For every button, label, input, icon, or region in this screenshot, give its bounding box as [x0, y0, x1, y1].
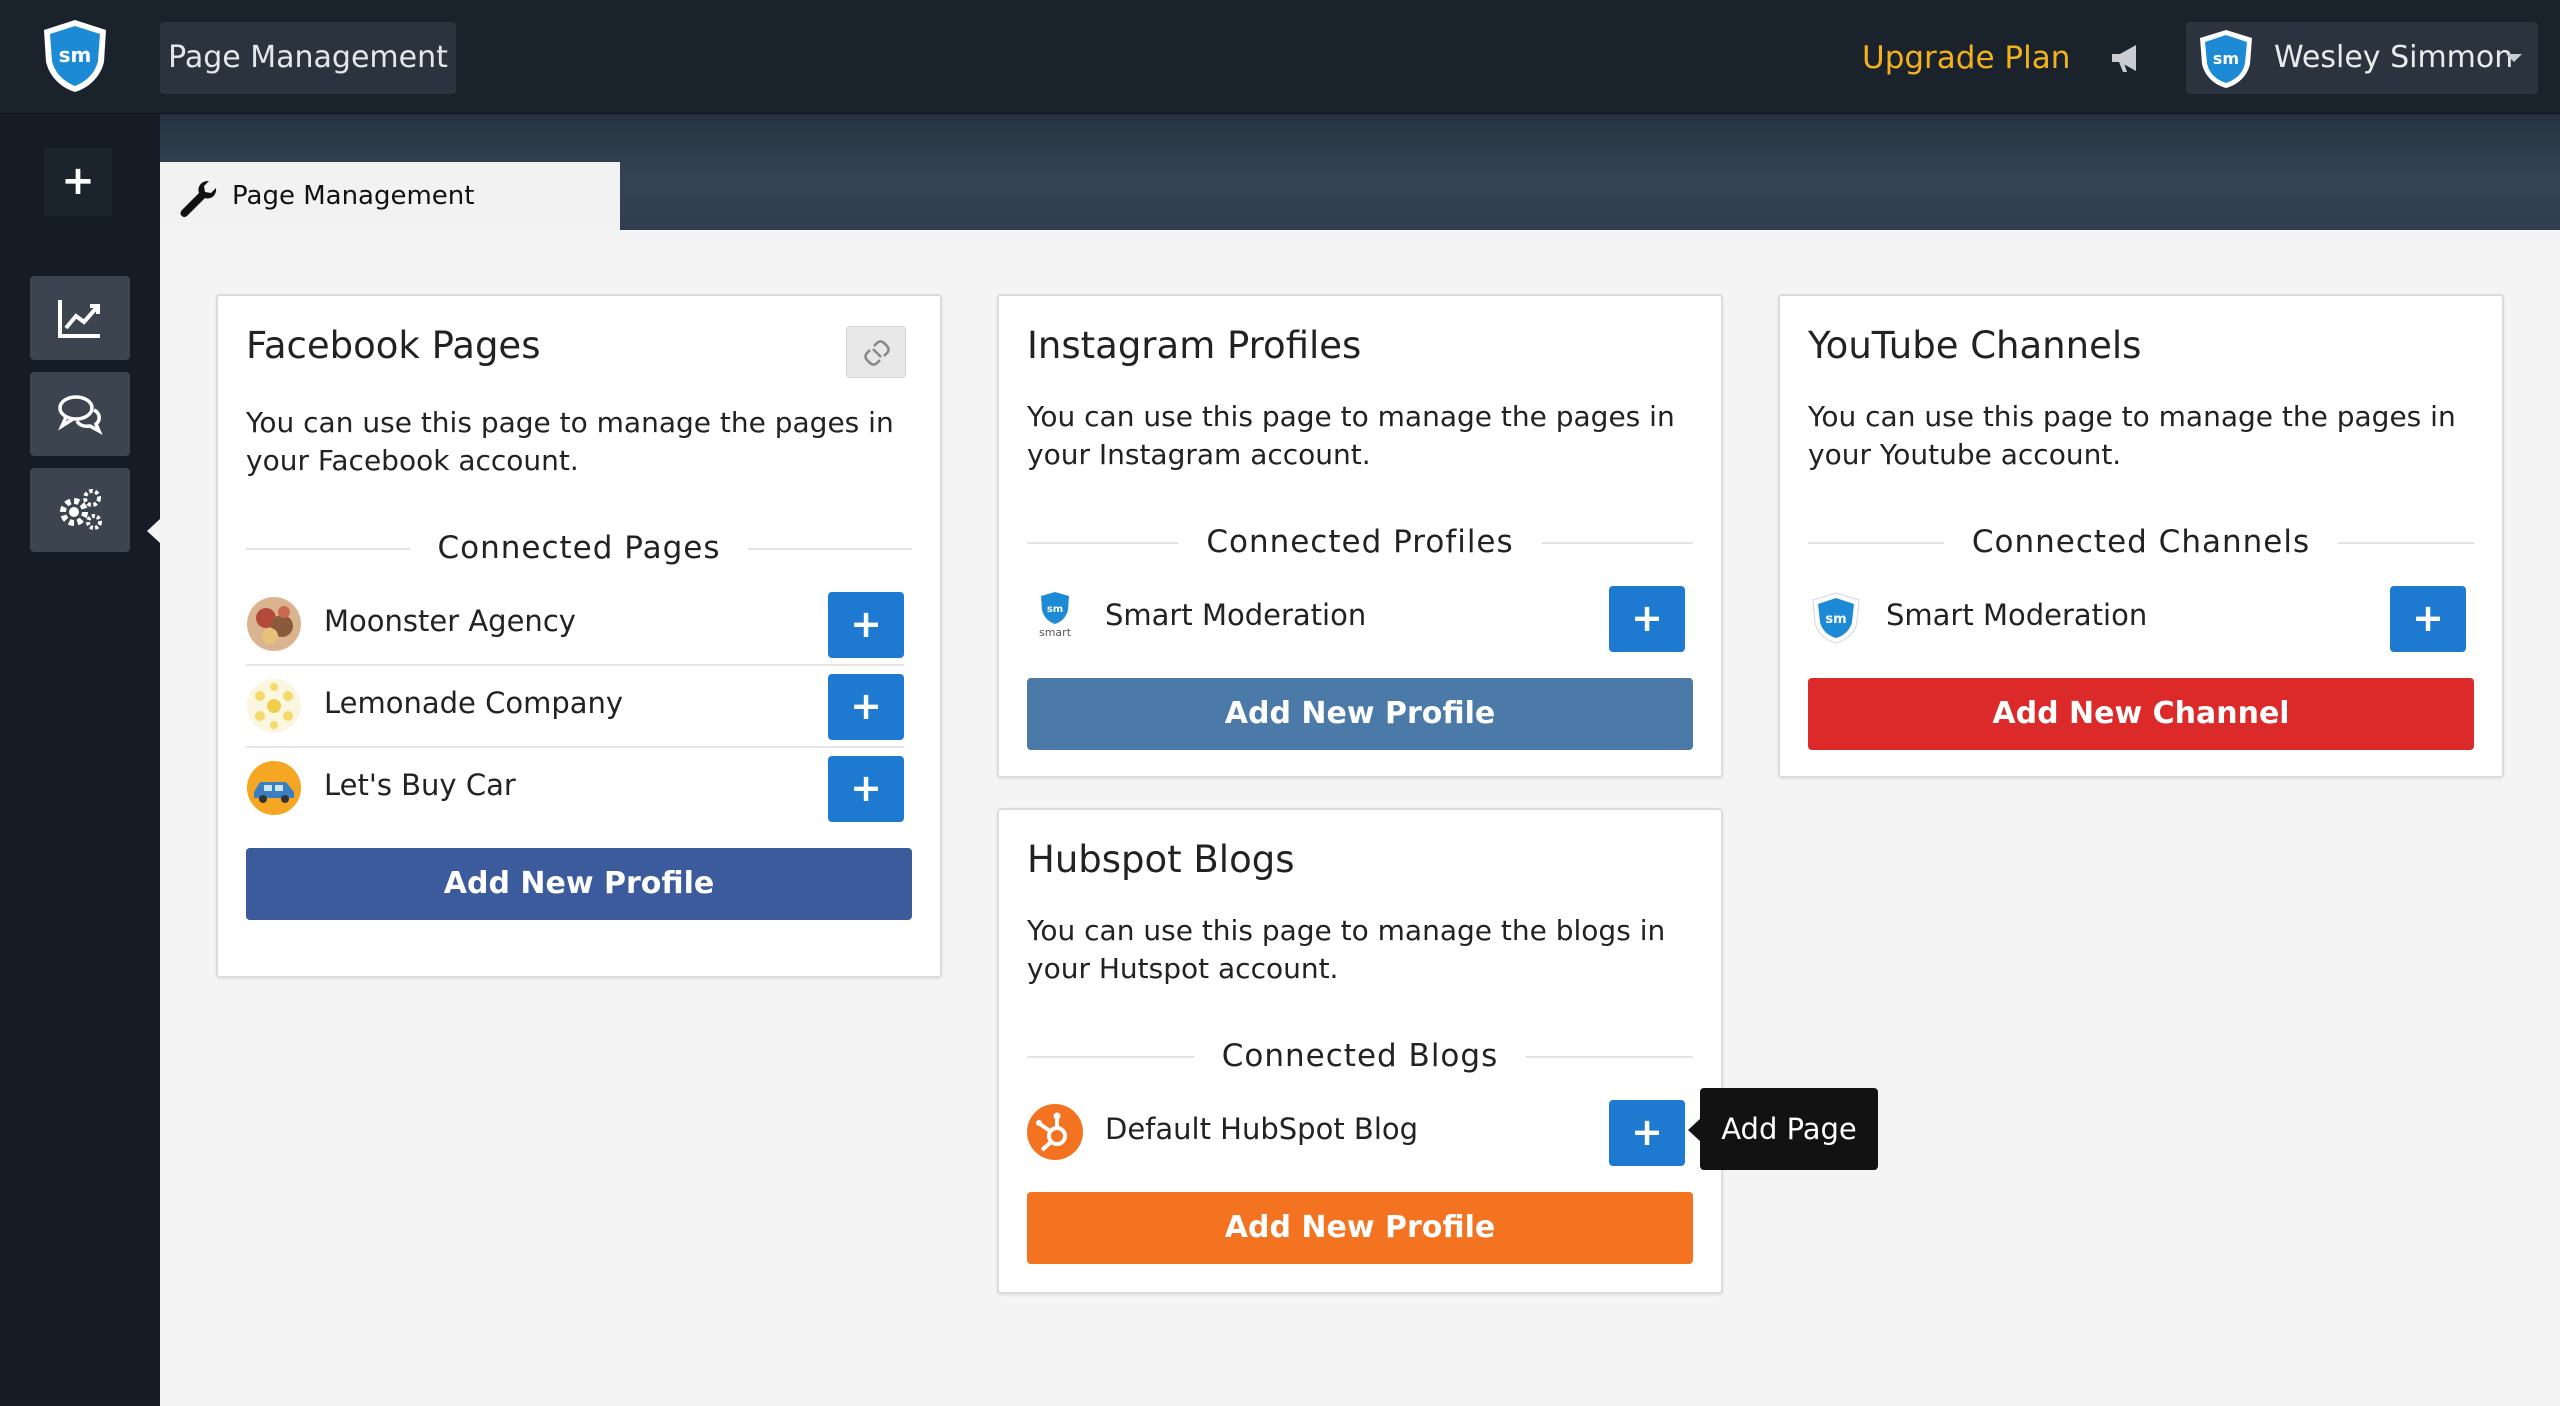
smart-moderation-avatar: sm smart: [1027, 590, 1083, 646]
item-label: Smart Moderation: [1886, 598, 2148, 632]
smart-moderation-avatar: sm: [1808, 590, 1864, 646]
add-page-button[interactable]: +: [828, 756, 904, 822]
card-description: You can use this page to manage the page…: [246, 406, 894, 477]
add-new-profile-button[interactable]: Add New Profile: [1027, 678, 1693, 750]
top-navbar: sm Page Management Upgrade Plan sm Wesle…: [0, 0, 2560, 114]
tab-page-management[interactable]: Page Management: [160, 162, 620, 230]
section-header: Connected Channels: [1808, 522, 2474, 562]
svg-text:sm: sm: [2213, 49, 2239, 68]
unlink-icon: [864, 340, 890, 366]
add-new-profile-button[interactable]: Add New Profile: [246, 848, 912, 920]
svg-text:sm: sm: [1047, 604, 1063, 615]
unlink-button[interactable]: [846, 326, 906, 378]
add-button[interactable]: +: [44, 148, 112, 216]
item-label: Let's Buy Car: [324, 768, 516, 802]
card-title: Hubspot Blogs: [1027, 838, 1295, 881]
facebook-pages-card: Facebook Pages You can use this page to …: [216, 294, 942, 978]
page-management-nav-button[interactable]: Page Management: [160, 22, 456, 94]
item-label: Lemonade Company: [324, 686, 624, 720]
card-title: Facebook Pages: [246, 324, 541, 367]
list-item: sm Smart Moderation +: [1808, 578, 2466, 660]
item-label: Smart Moderation: [1105, 598, 1367, 632]
lemonade-company-avatar: [246, 678, 302, 734]
user-name: Wesley Simmon: [2274, 40, 2514, 75]
settings-button[interactable]: [30, 468, 130, 552]
section-header: Connected Profiles: [1027, 522, 1693, 562]
analytics-button[interactable]: [30, 276, 130, 360]
card-description: You can use this page to manage the page…: [1027, 400, 1675, 471]
list-item: Let's Buy Car +: [246, 748, 904, 830]
card-title: YouTube Channels: [1808, 324, 2142, 367]
section-title: Connected Channels: [1943, 524, 2339, 560]
section-title: Connected Blogs: [1193, 1038, 1527, 1074]
add-page-button[interactable]: +: [2390, 586, 2466, 652]
add-new-profile-button[interactable]: Add New Profile: [1027, 1192, 1693, 1264]
card-description: You can use this page to manage the blog…: [1027, 914, 1666, 985]
card-description: You can use this page to manage the page…: [1808, 400, 2456, 471]
section-title: Connected Pages: [409, 530, 749, 566]
sidebar: +: [0, 114, 160, 1406]
youtube-channels-card: YouTube Channels You can use this page t…: [1778, 294, 2504, 778]
conversations-button[interactable]: [30, 372, 130, 456]
moonster-agency-avatar: [246, 596, 302, 652]
hubspot-icon: [1027, 1104, 1083, 1160]
gears-icon: [60, 489, 102, 530]
add-page-button[interactable]: +: [1609, 586, 1685, 652]
section-header: Connected Blogs: [1027, 1036, 1693, 1076]
card-title: Instagram Profiles: [1027, 324, 1362, 367]
tab-label: Page Management: [232, 181, 475, 211]
list-item: Lemonade Company +: [246, 666, 904, 748]
chat-icon: [58, 395, 103, 436]
add-page-button[interactable]: +: [828, 592, 904, 658]
add-page-button[interactable]: +: [1609, 1100, 1685, 1166]
app-logo-icon[interactable]: sm: [40, 18, 110, 94]
chart-icon: [58, 300, 100, 338]
upgrade-plan-link[interactable]: Upgrade Plan: [1862, 30, 2070, 86]
list-item: Default HubSpot Blog +: [1027, 1092, 1685, 1174]
svg-text:sm: sm: [1825, 612, 1846, 627]
instagram-profiles-card: Instagram Profiles You can use this page…: [997, 294, 1723, 778]
megaphone-icon[interactable]: [2108, 40, 2144, 76]
item-label: Moonster Agency: [324, 604, 576, 638]
add-page-button[interactable]: +: [828, 674, 904, 740]
add-page-tooltip: Add Page: [1700, 1088, 1878, 1170]
user-menu[interactable]: sm Wesley Simmon: [2186, 22, 2538, 94]
active-indicator: [147, 519, 160, 543]
svg-text:sm: sm: [59, 43, 92, 67]
list-item: Moonster Agency +: [246, 584, 904, 666]
section-title: Connected Profiles: [1178, 524, 1542, 560]
wrench-icon: [180, 181, 217, 218]
item-label: Default HubSpot Blog: [1105, 1112, 1419, 1146]
svg-text:smart: smart: [1039, 626, 1072, 639]
add-new-channel-button[interactable]: Add New Channel: [1808, 678, 2474, 750]
chevron-down-icon: [2506, 54, 2522, 62]
section-header: Connected Pages: [246, 528, 912, 568]
list-item: sm smart Smart Moderation +: [1027, 578, 1685, 660]
lets-buy-car-avatar: [246, 760, 302, 816]
user-avatar-icon: sm: [2196, 28, 2256, 90]
hubspot-blogs-card: Hubspot Blogs You can use this page to m…: [997, 808, 1723, 1294]
